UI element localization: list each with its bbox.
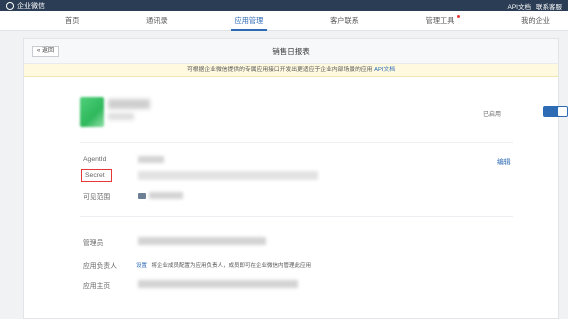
homepage-value-redacted bbox=[138, 280, 298, 288]
folder-icon bbox=[138, 193, 146, 199]
owner-hint: 设置 将企业成员配置为应用负责人，成员即可在企业微信内管理此应用 bbox=[136, 261, 311, 269]
nav-customer-contact[interactable]: 客户联系 bbox=[326, 11, 363, 31]
enable-toggle[interactable] bbox=[543, 106, 568, 117]
app-icon bbox=[80, 97, 104, 127]
divider bbox=[80, 216, 513, 217]
notification-dot bbox=[457, 14, 461, 18]
scope-value-redacted bbox=[149, 192, 183, 199]
owner-set-link[interactable]: 设置 bbox=[136, 263, 147, 269]
edit-link[interactable]: 编辑 bbox=[497, 156, 511, 166]
admin-list-redacted bbox=[138, 237, 266, 245]
app-name-redacted bbox=[108, 99, 150, 109]
enabled-label: 已启用 bbox=[483, 112, 502, 118]
nav-my-company[interactable]: 我的企业 bbox=[517, 11, 554, 31]
notice-text: 可根据企业微信提供的专属应用接口开发出更适应于企业内部场景的应用 bbox=[186, 67, 373, 73]
contact-support-link[interactable]: 联系客服 bbox=[536, 1, 562, 11]
app-summary: 已启用 bbox=[80, 97, 568, 139]
page-title: 销售日报表 bbox=[272, 46, 310, 56]
owner-label: 应用负责人 bbox=[83, 263, 117, 270]
agentid-label: AgentId bbox=[83, 156, 107, 163]
notice-api-link[interactable]: API文档 bbox=[374, 67, 395, 73]
agentid-value-redacted bbox=[138, 156, 164, 163]
nav-app-management[interactable]: 应用管理 bbox=[230, 11, 268, 31]
notice-banner: 可根据企业微信提供的专属应用接口开发出更适应于企业内部场景的应用 API文档 bbox=[24, 64, 558, 77]
nav-management-tools-label: 管理工具 bbox=[425, 15, 455, 25]
scope-label: 可见范围 bbox=[83, 194, 111, 201]
homepage-label: 应用主页 bbox=[83, 283, 111, 290]
wecom-logo-icon bbox=[6, 1, 14, 10]
panel-header: « 返回 销售日报表 bbox=[24, 39, 558, 64]
nav-contacts[interactable]: 通讯录 bbox=[142, 11, 172, 31]
brand-name: 企业微信 bbox=[17, 2, 45, 10]
nav-home[interactable]: 首页 bbox=[61, 11, 83, 31]
secret-value-redacted bbox=[138, 171, 318, 180]
top-links: API文档 联系客服 bbox=[508, 1, 562, 11]
nav-management-tools[interactable]: 管理工具 bbox=[422, 11, 461, 31]
admin-label: 管理员 bbox=[83, 240, 104, 247]
main-nav: 首页 通讯录 应用管理 客户联系 管理工具 我的企业 bbox=[0, 11, 568, 31]
api-docs-link[interactable]: API文档 bbox=[508, 1, 531, 11]
app-desc-redacted bbox=[108, 113, 134, 120]
secret-label: Secret bbox=[85, 172, 105, 179]
owner-hint-text: 将企业成员配置为应用负责人，成员即可在企业微信内管理此应用 bbox=[151, 263, 312, 269]
app-detail-panel: « 返回 销售日报表 可根据企业微信提供的专属应用接口开发出更适应于企业内部场景… bbox=[23, 38, 568, 319]
brand[interactable]: 企业微信 bbox=[6, 1, 45, 11]
back-button[interactable]: « 返回 bbox=[32, 46, 60, 57]
divider bbox=[80, 142, 513, 143]
top-bar: 企业微信 API文档 联系客服 bbox=[0, 0, 568, 11]
